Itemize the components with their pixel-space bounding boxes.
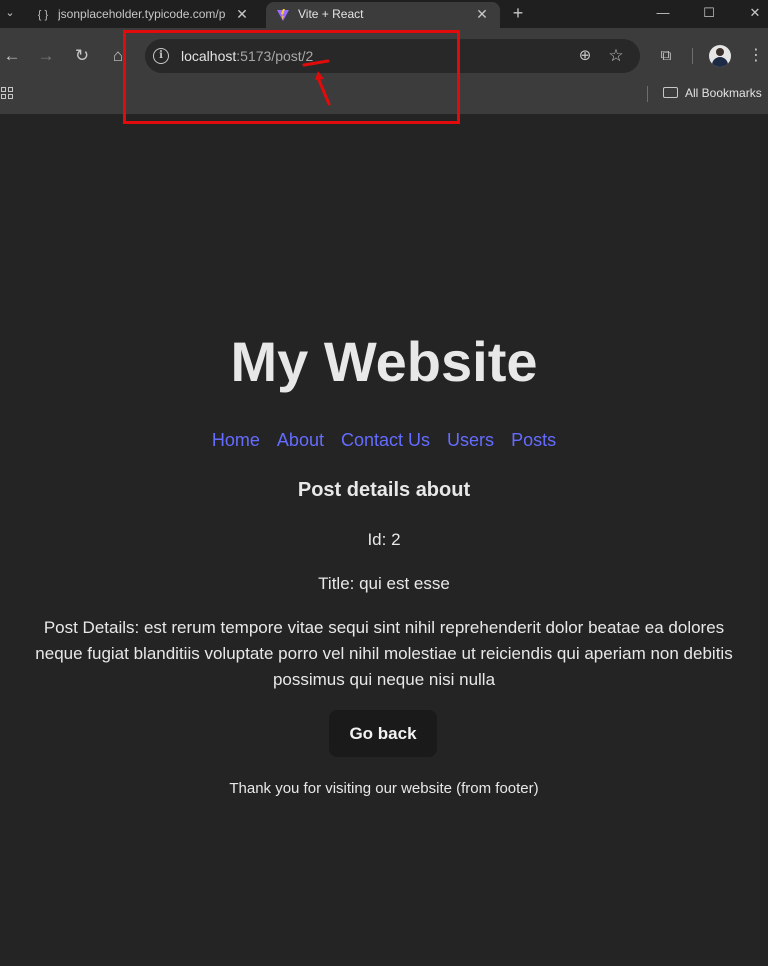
toolbar-divider [692,48,693,64]
page-content: My Website Home About Contact Us Users P… [0,114,768,966]
maximize-icon[interactable]: ☐ [686,0,732,28]
reload-icon[interactable]: ↻ [70,44,94,68]
all-bookmarks-label: All Bookmarks [685,86,762,100]
back-icon[interactable]: ← [0,44,24,68]
nav-link-contact-us[interactable]: Contact Us [341,430,430,450]
nav-link-posts[interactable]: Posts [511,430,556,450]
zoom-icon[interactable]: ⊕ [573,44,597,68]
tab-title: Vite + React [298,7,364,21]
tab-vite-react[interactable]: Vite + React ✕ [266,2,500,28]
minimize-icon[interactable]: — [640,0,686,28]
post-id: Id: 2 [367,530,401,549]
all-bookmarks-button[interactable]: All Bookmarks [663,84,762,104]
go-back-button[interactable]: Go back [329,710,437,757]
main-nav: Home About Contact Us Users Posts [0,427,768,453]
menu-icon[interactable]: ⋮ [746,44,766,68]
annotation-highlight-box [123,30,460,124]
extensions-icon[interactable]: ⧉ [654,44,678,68]
annotation-arrow-icon [302,59,331,106]
close-window-icon[interactable]: ✕ [732,0,768,28]
post-title: Title: qui est esse [318,574,450,593]
post-heading: Post details about [297,479,471,501]
tab-close-icon[interactable]: ✕ [474,2,490,26]
bookmarks-divider [647,86,648,102]
tab-search-icon[interactable]: ⌄ [0,2,20,24]
nav-link-home[interactable]: Home [212,430,260,450]
profile-avatar-icon[interactable] [709,45,731,67]
apps-icon[interactable] [0,86,16,102]
tab-strip: ⌄ { } jsonplaceholder.typicode.com/p ✕ V… [0,0,768,28]
site-title: My Website [230,330,538,393]
vite-logo-icon [276,8,290,22]
forward-icon[interactable]: → [34,44,58,68]
post-details: Post Details: est rerum tempore vitae se… [35,618,733,689]
nav-link-users[interactable]: Users [447,430,494,450]
tab-close-icon[interactable]: ✕ [234,2,250,26]
folder-icon [663,87,678,98]
tab-title: jsonplaceholder.typicode.com/p [58,7,226,21]
bookmark-star-icon[interactable]: ☆ [604,44,628,68]
nav-link-about[interactable]: About [277,430,324,450]
tab-jsonplaceholder[interactable]: { } jsonplaceholder.typicode.com/p ✕ [26,2,262,28]
footer-text: Thank you for visiting our website (from… [229,780,539,797]
new-tab-button[interactable]: + [508,2,528,26]
json-favicon-icon: { } [37,9,49,21]
